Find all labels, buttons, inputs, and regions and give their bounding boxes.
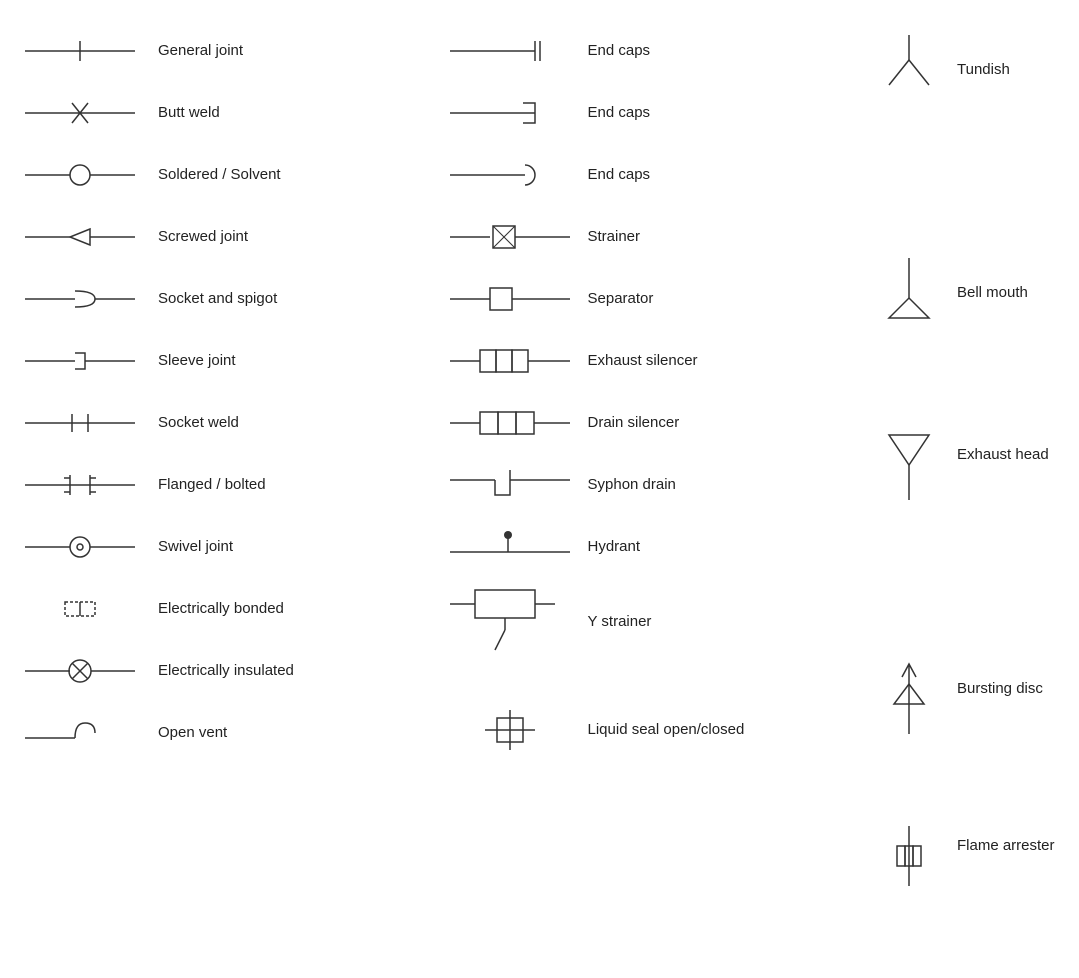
row-butt-weld: Butt weld: [10, 82, 440, 144]
row-bursting-disc: Bursting disc: [869, 654, 1069, 754]
label-general-joint: General joint: [150, 41, 440, 61]
row-syphon-drain: Syphon drain: [440, 454, 870, 516]
row-screwed-joint: Screwed joint: [10, 206, 440, 268]
label-drain-silencer: Drain silencer: [580, 413, 870, 433]
label-elec-bonded: Electrically bonded: [150, 599, 440, 619]
main-panel: General joint Butt weld Sold: [0, 0, 1079, 978]
symbol-exhaust-head: [869, 425, 949, 525]
label-end-cap1: End caps: [580, 41, 870, 61]
symbol-socket-weld: [10, 403, 150, 443]
row-tundish: Tundish: [869, 20, 1069, 124]
label-syphon-drain: Syphon drain: [580, 475, 870, 495]
row-elec-insulated: Electrically insulated: [10, 640, 440, 702]
row-liquid-seal: Liquid seal open/closed: [440, 696, 870, 764]
label-bursting-disc: Bursting disc: [949, 659, 1069, 699]
label-butt-weld: Butt weld: [150, 103, 440, 123]
symbol-elec-insulated: [10, 651, 150, 691]
label-elec-insulated: Electrically insulated: [150, 661, 440, 681]
symbol-hydrant: [440, 527, 580, 567]
row-sleeve-joint: Sleeve joint: [10, 330, 440, 392]
label-socket-weld: Socket weld: [150, 413, 440, 433]
label-tundish: Tundish: [949, 30, 1069, 80]
symbol-tundish: [869, 30, 949, 120]
row-strainer: Strainer: [440, 206, 870, 268]
row-hydrant: Hydrant: [440, 516, 870, 578]
row-bell-mouth: Bell mouth: [869, 248, 1069, 358]
symbol-general-joint: [10, 31, 150, 71]
symbol-y-strainer: [440, 582, 580, 662]
row-end-cap1: End caps: [440, 20, 870, 82]
label-separator: Separator: [580, 289, 870, 309]
label-exhaust-head: Exhaust head: [949, 425, 1069, 465]
label-end-cap2: End caps: [580, 103, 870, 123]
label-bell-mouth: Bell mouth: [949, 253, 1069, 303]
symbol-swivel-joint: [10, 527, 150, 567]
symbol-separator: [440, 279, 580, 319]
row-swivel-joint: Swivel joint: [10, 516, 440, 578]
label-sleeve-joint: Sleeve joint: [150, 351, 440, 371]
symbol-bursting-disc: [869, 659, 949, 749]
label-strainer: Strainer: [580, 227, 870, 247]
row-blank-col3-4: [869, 358, 1069, 420]
symbol-strainer: [440, 217, 580, 257]
row-flame-arrester: Flame arrester: [869, 816, 1069, 896]
label-end-cap3: End caps: [580, 165, 870, 185]
column-3: Tundish Bell mouth: [869, 20, 1069, 958]
symbol-butt-weld: [10, 93, 150, 133]
symbol-end-cap3: [440, 155, 580, 195]
symbol-end-cap2: [440, 93, 580, 133]
row-general-joint: General joint: [10, 20, 440, 82]
column-1: General joint Butt weld Sold: [10, 20, 440, 958]
row-exhaust-silencer: Exhaust silencer: [440, 330, 870, 392]
row-blank-col2: [440, 666, 870, 696]
symbol-screwed-joint: [10, 217, 150, 257]
row-drain-silencer: Drain silencer: [440, 392, 870, 454]
label-open-vent: Open vent: [150, 723, 440, 743]
label-liquid-seal: Liquid seal open/closed: [580, 720, 870, 740]
label-soldered: Soldered / Solvent: [150, 165, 440, 185]
row-end-cap3: End caps: [440, 144, 870, 206]
row-blank-col3-7: [869, 592, 1069, 654]
label-flame-arrester: Flame arrester: [949, 821, 1069, 856]
row-blank-col3-2: [869, 186, 1069, 248]
label-swivel-joint: Swivel joint: [150, 537, 440, 557]
row-blank-col3-6: [869, 530, 1069, 592]
label-flanged-bolted: Flanged / bolted: [150, 475, 440, 495]
symbol-socket-spigot: [10, 279, 150, 319]
label-exhaust-silencer: Exhaust silencer: [580, 351, 870, 371]
symbol-end-cap1: [440, 31, 580, 71]
label-socket-spigot: Socket and spigot: [150, 289, 440, 309]
symbol-elec-bonded: [10, 589, 150, 629]
row-exhaust-head: Exhaust head: [869, 420, 1069, 530]
row-socket-spigot: Socket and spigot: [10, 268, 440, 330]
row-end-cap2: End caps: [440, 82, 870, 144]
symbol-bell-mouth: [869, 253, 949, 353]
row-soldered: Soldered / Solvent: [10, 144, 440, 206]
symbol-liquid-seal: [440, 700, 580, 760]
symbol-exhaust-silencer: [440, 341, 580, 381]
label-hydrant: Hydrant: [580, 537, 870, 557]
row-flanged-bolted: Flanged / bolted: [10, 454, 440, 516]
symbol-open-vent: [10, 708, 150, 758]
row-separator: Separator: [440, 268, 870, 330]
symbol-syphon-drain: [440, 460, 580, 510]
row-y-strainer: Y strainer: [440, 578, 870, 666]
row-elec-bonded: Electrically bonded: [10, 578, 440, 640]
symbol-flanged-bolted: [10, 465, 150, 505]
label-y-strainer: Y strainer: [580, 612, 870, 632]
symbol-sleeve-joint: [10, 341, 150, 381]
symbol-drain-silencer: [440, 403, 580, 443]
symbol-soldered: [10, 155, 150, 195]
row-blank-col3-9: [869, 754, 1069, 816]
column-2: End caps End caps End caps: [440, 20, 870, 958]
row-socket-weld: Socket weld: [10, 392, 440, 454]
label-screwed-joint: Screwed joint: [150, 227, 440, 247]
row-open-vent: Open vent: [10, 702, 440, 764]
symbol-flame-arrester: [869, 821, 949, 891]
row-blank-col3-11: [869, 896, 1069, 958]
row-blank-col3-1: [869, 124, 1069, 186]
